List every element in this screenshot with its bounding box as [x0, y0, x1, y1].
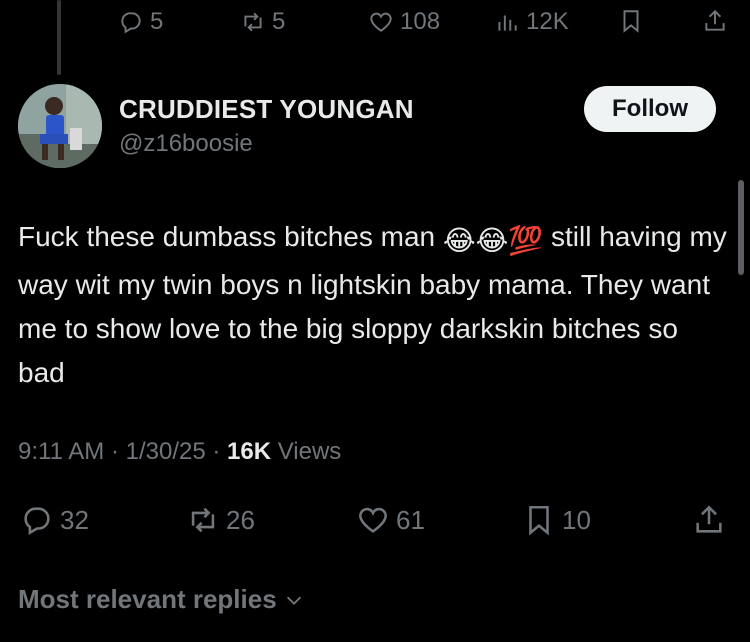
bookmark-icon [623, 10, 639, 33]
bookmark-count: 10 [562, 504, 591, 535]
tweet-date[interactable]: 1/30/25 [126, 438, 206, 465]
parent-share-button[interactable] [702, 8, 728, 34]
author-handle[interactable]: @z16boosie [119, 130, 253, 158]
parent-views-button[interactable]: 12K [494, 8, 569, 36]
chevron-down-icon [286, 596, 301, 605]
share-icon [696, 505, 722, 533]
like-button[interactable]: 61 [356, 503, 425, 537]
repost-count: 26 [226, 504, 255, 535]
parent-reply-button[interactable]: 5 [118, 8, 163, 36]
like-icon [370, 12, 392, 32]
like-count: 61 [396, 504, 425, 535]
parent-action-bar: 5 5 108 12K [0, 0, 750, 48]
follow-button[interactable]: Follow [584, 86, 716, 132]
tweet-views-count: 16K [227, 438, 272, 465]
author-name[interactable]: CRUDDIEST YOUNGAN [119, 94, 414, 125]
parent-like-count: 108 [400, 8, 441, 35]
repost-button[interactable]: 26 [186, 503, 255, 537]
parent-bookmark-button[interactable] [618, 8, 644, 34]
reply-icon [24, 507, 50, 536]
parent-repost-count: 5 [272, 8, 286, 35]
parent-views-count: 12K [526, 8, 569, 35]
emoji-joy: 😂 [442, 225, 476, 256]
like-icon [359, 507, 387, 533]
tweet-time[interactable]: 9:11 AM [18, 438, 104, 465]
tweet-text-part1: Fuck these dumbass bitches man [18, 221, 443, 252]
emoji-joy: 😂 [475, 225, 509, 256]
repost-icon [244, 12, 262, 32]
repost-icon [191, 507, 215, 533]
tweet-text: Fuck these dumbass bitches man 😂😂💯 still… [18, 215, 730, 395]
reply-button[interactable]: 32 [20, 503, 89, 537]
avatar[interactable] [18, 84, 102, 168]
parent-repost-button[interactable]: 5 [240, 8, 285, 36]
bookmark-icon [529, 505, 549, 536]
views-icon [498, 15, 517, 31]
parent-like-button[interactable]: 108 [368, 8, 440, 36]
tweet-views-label: Views [277, 438, 342, 465]
replies-sort-label: Most relevant replies [18, 584, 277, 614]
emoji-hundred: 💯 [508, 225, 544, 256]
share-icon [705, 9, 725, 31]
reply-icon [121, 12, 141, 34]
reply-count: 32 [60, 504, 89, 535]
bookmark-button[interactable]: 10 [522, 503, 591, 537]
tweet-meta: 9:11 AM · 1/30/25 · 16K Views [18, 438, 342, 465]
parent-reply-count: 5 [150, 8, 164, 35]
scrollbar[interactable] [738, 180, 744, 275]
replies-sort-dropdown[interactable]: Most relevant replies [18, 584, 305, 615]
share-button[interactable] [692, 503, 726, 537]
avatar-image [18, 84, 102, 168]
